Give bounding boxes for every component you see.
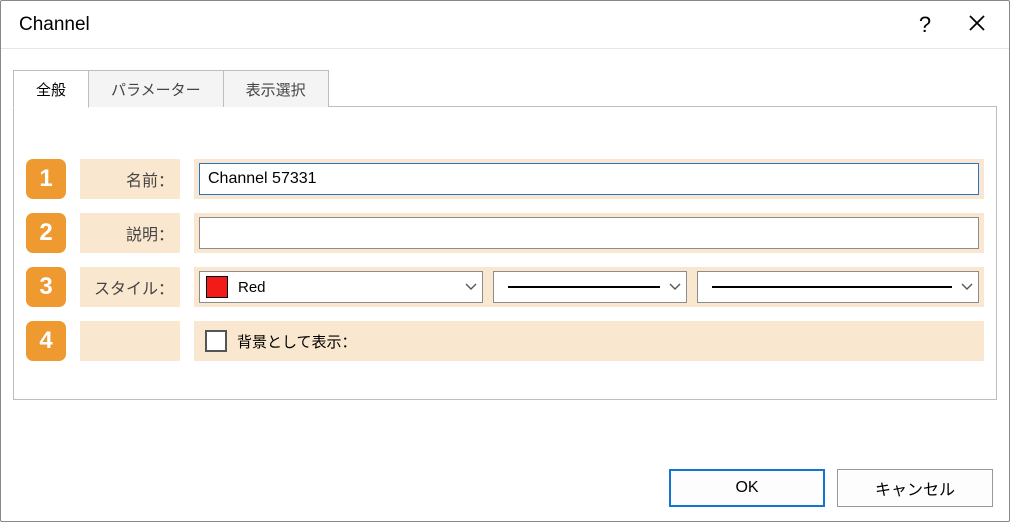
tab-strip: 全般 パラメーター 表示選択 — [13, 67, 997, 107]
row-background: 4 背景として表示： — [26, 321, 984, 361]
close-button[interactable] — [951, 1, 1003, 49]
badge-4: 4 — [26, 321, 66, 361]
label-background-empty — [80, 321, 180, 361]
chevron-down-icon — [464, 282, 478, 292]
tab-general[interactable]: 全般 — [13, 70, 89, 108]
tab-general-label: 全般 — [36, 82, 66, 99]
badge-1: 1 — [26, 159, 66, 199]
ok-button[interactable]: OK — [669, 469, 825, 507]
line-width-combo[interactable] — [697, 271, 979, 303]
background-checkbox[interactable] — [205, 330, 227, 352]
chevron-down-icon — [960, 282, 974, 292]
line-style-combo[interactable] — [493, 271, 687, 303]
value-background-cell: 背景として表示： — [194, 321, 984, 361]
footer: OK キャンセル — [669, 469, 993, 507]
line-style-preview — [500, 286, 668, 288]
background-checkbox-label: 背景として表示： — [237, 331, 357, 352]
tab-parameter[interactable]: パラメーター — [88, 70, 224, 107]
name-input[interactable] — [199, 163, 979, 195]
tab-parameter-label: パラメーター — [111, 82, 201, 99]
value-style-cell: Red — [194, 267, 984, 307]
value-name-cell — [194, 159, 984, 199]
line-width-preview — [704, 286, 960, 288]
row-name: 1 名前： — [26, 159, 984, 199]
cancel-button-label: キャンセル — [875, 476, 955, 500]
close-icon — [968, 12, 986, 38]
tab-display-label: 表示選択 — [246, 82, 306, 99]
color-name: Red — [238, 279, 266, 296]
help-icon: ? — [919, 12, 931, 38]
help-button[interactable]: ? — [899, 1, 951, 49]
ok-button-label: OK — [735, 479, 758, 497]
color-combo[interactable]: Red — [199, 271, 483, 303]
tab-display[interactable]: 表示選択 — [223, 70, 329, 107]
chevron-down-icon — [668, 282, 682, 292]
color-swatch — [206, 276, 228, 298]
label-description: 説明： — [80, 213, 180, 253]
label-style: スタイル： — [80, 267, 180, 307]
badge-2: 2 — [26, 213, 66, 253]
cancel-button[interactable]: キャンセル — [837, 469, 993, 507]
row-style: 3 スタイル： Red — [26, 267, 984, 307]
background-checkbox-wrap[interactable]: 背景として表示： — [205, 330, 357, 352]
general-panel: 1 名前： 2 説明： 3 スタイル： Red — [13, 107, 997, 400]
dialog-title: Channel — [19, 14, 899, 36]
titlebar: Channel ? — [1, 1, 1009, 49]
description-input[interactable] — [199, 217, 979, 249]
badge-3: 3 — [26, 267, 66, 307]
value-description-cell — [194, 213, 984, 253]
row-description: 2 説明： — [26, 213, 984, 253]
label-name: 名前： — [80, 159, 180, 199]
